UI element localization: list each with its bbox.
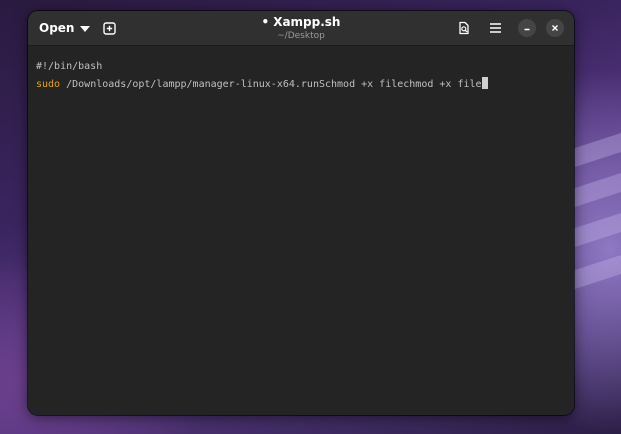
header-bar: Open • Xampp.sh ~/Desktop bbox=[28, 11, 574, 46]
shebang-text: #!/bin/bash bbox=[36, 61, 103, 72]
text-editor-area[interactable]: #!/bin/bash sudo /Downloads/opt/lampp/man… bbox=[28, 46, 574, 415]
document-search-button[interactable] bbox=[453, 17, 475, 39]
minimize-button[interactable] bbox=[518, 19, 536, 37]
text-editor-window: Open • Xampp.sh ~/Desktop #!/bin/bash su… bbox=[28, 11, 574, 415]
document-name: Xampp.sh bbox=[273, 15, 341, 29]
close-button[interactable] bbox=[546, 19, 564, 37]
document-search-icon bbox=[459, 21, 469, 35]
close-icon bbox=[552, 25, 558, 31]
code-line: #!/bin/bash bbox=[36, 58, 566, 76]
unsaved-indicator: • bbox=[261, 15, 270, 29]
main-menu-button[interactable] bbox=[484, 17, 506, 39]
command-text: /Downloads/opt/lampp/manager-linux-x64.r… bbox=[60, 79, 482, 90]
sudo-keyword: sudo bbox=[36, 79, 61, 90]
minimize-icon bbox=[524, 28, 530, 31]
hamburger-menu-icon bbox=[489, 23, 501, 33]
text-cursor bbox=[481, 77, 488, 89]
code-line: sudo /Downloads/opt/lampp/manager-linux-… bbox=[36, 76, 566, 94]
